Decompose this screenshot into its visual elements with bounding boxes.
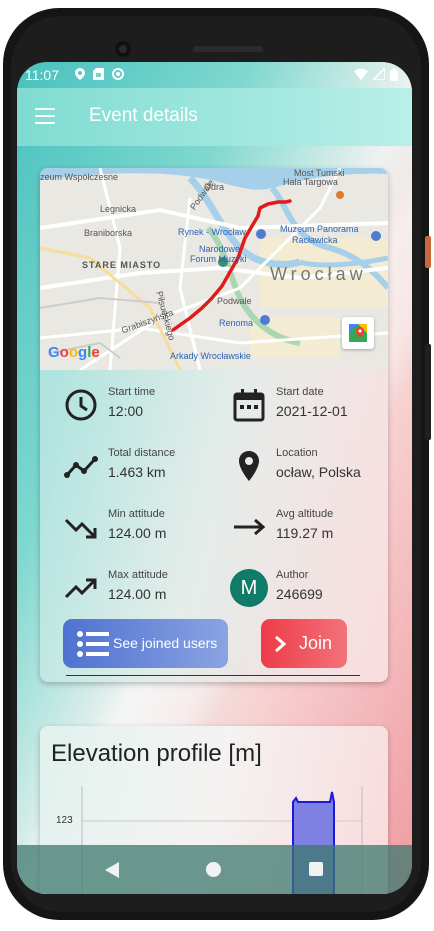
start-date-info: Start date 2021-12-01 [232,386,388,436]
hamburger-menu-icon[interactable] [35,108,55,124]
clock-icon [65,389,97,421]
total-distance-label: Total distance [108,447,176,459]
location-pin-icon [75,68,85,80]
open-in-google-maps-button[interactable] [342,317,374,349]
map-label: Wrocław [270,264,367,284]
app-bar: Event details [17,88,412,146]
elevation-profile-title: Elevation profile [m] [51,740,262,767]
event-details-card: zeum Współczesne Most Tumski Hala Targow… [40,168,388,682]
front-camera [115,41,131,57]
card-divider [66,675,360,676]
power-button [425,236,431,268]
start-time-value: 12:00 [108,403,144,419]
map-label: STARE MIASTO [82,260,162,270]
location-info: Location ocław, Polska [232,447,388,497]
route-map[interactable]: zeum Współczesne Most Tumski Hala Targow… [40,168,388,370]
map-label: Rynek - Wrocław [178,227,246,237]
map-label: zeum Współczesne [40,172,119,182]
min-altitude-value: 124.00 m [108,525,167,541]
start-date-label: Start date [276,386,324,398]
map-label: Hala Targowa [283,177,338,187]
map-label: Renoma [219,318,254,328]
volume-button [425,344,431,440]
map-label: Legnicka [100,204,137,214]
battery-icon [390,68,398,81]
map-label: Arkady Wrocławskie [170,351,251,361]
sim-card-icon [93,68,104,80]
elevation-y-tick: 123 [56,815,73,826]
author-info: M Author 246699 [230,569,388,619]
author-value: 246699 [276,586,323,602]
max-altitude-value: 124.00 m [108,586,167,602]
home-icon[interactable] [206,862,221,877]
cell-signal-icon [373,68,385,80]
google-logo: Google [48,344,100,361]
total-distance-info: Total distance 1.463 km [64,447,224,497]
page-title: Event details [89,105,198,126]
author-label: Author [276,569,309,581]
start-time-label: Start time [108,386,156,398]
map-label: Racławicka [292,235,338,245]
map-label: Narodowe [199,244,241,254]
trending-down-icon [64,518,97,539]
max-altitude-info: Max attitude 124.00 m [64,569,224,619]
system-navigation-bar [17,845,412,894]
total-distance-value: 1.463 km [108,464,166,480]
map-label: Podwale [217,296,252,306]
start-date-value: 2021-12-01 [276,403,348,419]
location-pin-icon [239,451,259,481]
author-avatar: M [230,569,268,607]
google-maps-icon [349,324,367,342]
map-label: Braniborska [84,228,133,238]
earpiece-speaker [193,46,263,52]
trending-up-icon [64,578,97,599]
join-button[interactable]: Join [261,619,347,668]
calendar-icon [233,389,265,422]
status-bar: 11:07 [17,62,412,88]
arrow-right-icon [234,518,266,536]
screen: 11:07 Event details zeum Współczesne Mos… [17,62,412,894]
avg-altitude-label: Avg altitude [276,508,334,520]
see-joined-users-label: See joined users [113,635,218,651]
list-icon [77,631,109,657]
distance-line-icon [64,456,98,478]
sync-icon [112,68,124,80]
map-label: Muzeum Panorama [280,224,359,234]
status-system-icons [354,68,398,81]
chevron-right-icon [275,635,286,653]
location-value: ocław, Polska [276,464,361,480]
join-label: Join [299,633,333,653]
max-altitude-label: Max attitude [108,569,168,581]
wifi-icon [354,68,368,80]
see-joined-users-button[interactable]: See joined users [63,619,228,668]
back-icon[interactable] [105,862,119,878]
start-time-info: Start time 12:00 [64,386,224,436]
min-altitude-info: Min attitude 124.00 m [64,508,224,558]
avg-altitude-info: Avg altitude 119.27 m [232,508,388,558]
location-label: Location [276,447,318,459]
status-notification-icons [75,68,124,80]
avg-altitude-value: 119.27 m [276,525,334,541]
min-altitude-label: Min attitude [108,508,165,520]
status-time: 11:07 [25,67,59,83]
recent-apps-icon[interactable] [309,862,323,876]
map-label: Forum Muzyki [190,254,247,264]
